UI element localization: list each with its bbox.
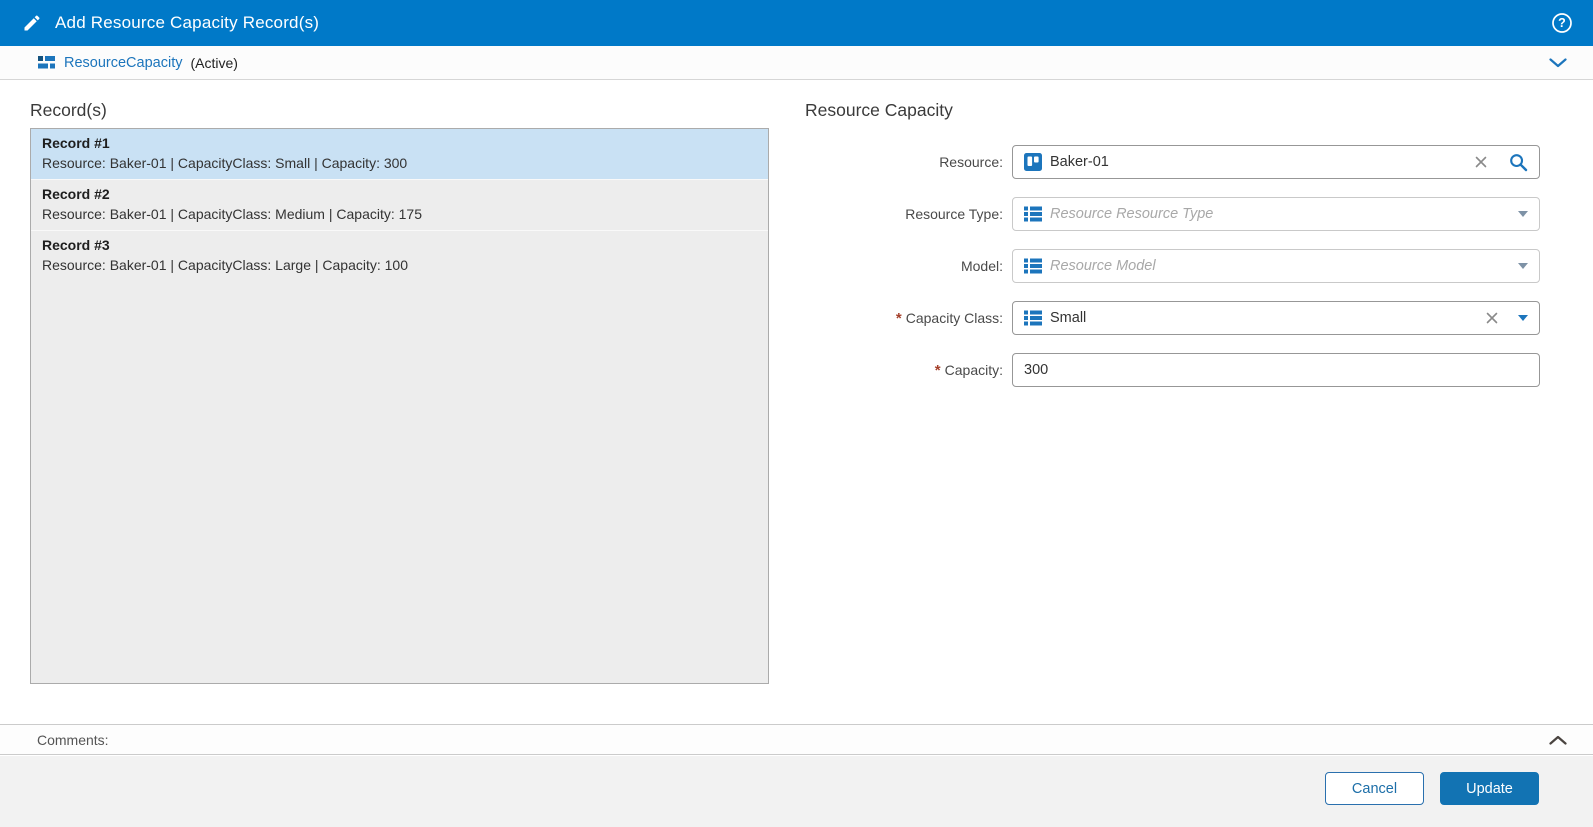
help-icon[interactable]: ? bbox=[1551, 12, 1573, 34]
record-title: Record #3 bbox=[42, 237, 757, 253]
record-detail: Resource: Baker-01 | CapacityClass: Smal… bbox=[42, 155, 757, 171]
record-detail: Resource: Baker-01 | CapacityClass: Larg… bbox=[42, 257, 757, 273]
record-title: Record #2 bbox=[42, 186, 757, 202]
footer-bar: Cancel Update bbox=[0, 756, 1593, 827]
model-placeholder: Resource Model bbox=[1050, 258, 1156, 274]
form-row-model: Model: Resource Model bbox=[805, 249, 1540, 283]
records-panel-title: Record(s) bbox=[30, 100, 107, 121]
chevron-down-icon[interactable] bbox=[1549, 58, 1567, 68]
list-icon bbox=[1024, 310, 1042, 326]
required-marker: * bbox=[896, 311, 902, 326]
capacity-class-dropdown[interactable]: Small bbox=[1012, 301, 1540, 335]
cancel-button[interactable]: Cancel bbox=[1325, 772, 1424, 805]
comments-section-bar: Comments: bbox=[0, 724, 1593, 755]
list-icon bbox=[1024, 206, 1042, 222]
capacity-field-wrap bbox=[1012, 353, 1540, 387]
record-detail: Resource: Baker-01 | CapacityClass: Medi… bbox=[42, 206, 757, 222]
record-row-1[interactable]: Record #1 Resource: Baker-01 | CapacityC… bbox=[31, 129, 768, 179]
edit-pencil-icon bbox=[22, 13, 42, 33]
record-title: Record #1 bbox=[42, 135, 757, 151]
resource-value: Baker-01 bbox=[1050, 154, 1109, 170]
svg-text:?: ? bbox=[1558, 16, 1566, 30]
resource-label: Resource: bbox=[805, 154, 1012, 170]
required-marker: * bbox=[935, 363, 941, 378]
resource-type-placeholder: Resource Resource Type bbox=[1050, 206, 1213, 222]
form-row-resource-type: Resource Type: Resource Resource Type bbox=[805, 197, 1540, 231]
capacity-class-label: * Capacity Class: bbox=[805, 310, 1012, 326]
chevron-up-icon[interactable] bbox=[1549, 735, 1567, 745]
update-button[interactable]: Update bbox=[1440, 772, 1539, 805]
form-row-capacity-class: * Capacity Class: Small bbox=[805, 301, 1540, 335]
capacity-input[interactable] bbox=[1024, 362, 1528, 378]
capacity-class-value: Small bbox=[1050, 310, 1086, 326]
resource-lookup-field[interactable]: Baker-01 bbox=[1012, 145, 1540, 179]
model-label: Model: bbox=[805, 258, 1012, 274]
resource-type-label: Resource Type: bbox=[805, 206, 1012, 222]
board-icon bbox=[1024, 153, 1042, 171]
object-breadcrumb-bar: ResourceCapacity (Active) bbox=[0, 46, 1593, 80]
form-row-capacity: * Capacity: bbox=[805, 353, 1540, 387]
record-row-2[interactable]: Record #2 Resource: Baker-01 | CapacityC… bbox=[31, 179, 768, 230]
form-row-resource: Resource: Baker-01 bbox=[805, 145, 1540, 179]
search-icon[interactable] bbox=[1509, 153, 1528, 172]
clear-icon[interactable] bbox=[1486, 312, 1498, 324]
list-icon bbox=[1024, 258, 1042, 274]
record-row-3[interactable]: Record #3 Resource: Baker-01 | CapacityC… bbox=[31, 230, 768, 281]
model-dropdown[interactable]: Resource Model bbox=[1012, 249, 1540, 283]
comments-label: Comments: bbox=[37, 732, 109, 748]
dropdown-arrow-icon[interactable] bbox=[1518, 211, 1528, 217]
resource-type-dropdown[interactable]: Resource Resource Type bbox=[1012, 197, 1540, 231]
dropdown-arrow-icon[interactable] bbox=[1518, 315, 1528, 321]
object-name-link[interactable]: ResourceCapacity bbox=[64, 55, 182, 71]
records-list: Record #1 Resource: Baker-01 | CapacityC… bbox=[30, 128, 769, 684]
form-title: Resource Capacity bbox=[805, 100, 953, 121]
object-status: (Active) bbox=[190, 55, 237, 71]
object-type-icon bbox=[38, 55, 55, 71]
capacity-label: * Capacity: bbox=[805, 362, 1012, 378]
clear-icon[interactable] bbox=[1475, 156, 1487, 168]
title-bar: Add Resource Capacity Record(s) ? bbox=[0, 0, 1593, 46]
resource-capacity-form: Resource: Baker-01 bbox=[805, 145, 1540, 405]
page-title: Add Resource Capacity Record(s) bbox=[55, 13, 319, 33]
dropdown-arrow-icon[interactable] bbox=[1518, 263, 1528, 269]
